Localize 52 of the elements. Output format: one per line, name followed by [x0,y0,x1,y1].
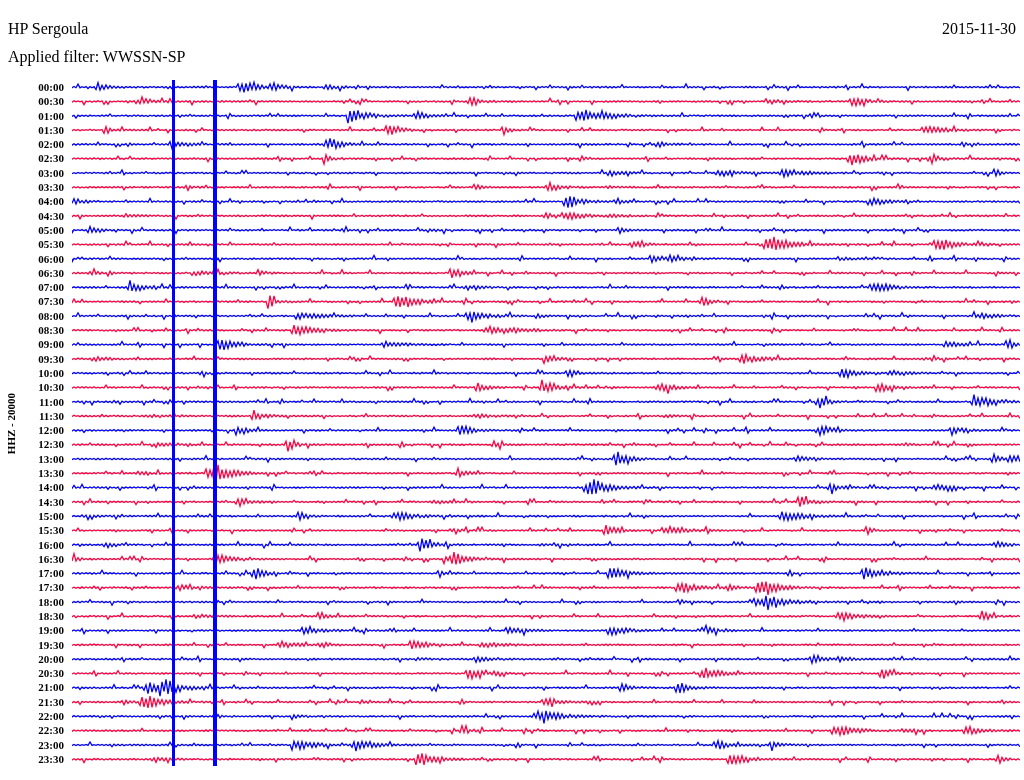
time-label: 10:00 [38,365,64,381]
time-label: 06:00 [38,251,64,266]
time-label: 08:30 [38,323,64,338]
time-label: 14:30 [38,494,64,509]
time-label: 08:00 [38,308,64,324]
time-label: 22:30 [38,723,64,738]
time-label: 13:00 [38,451,64,466]
time-label: 15:00 [38,508,64,524]
time-label: 04:00 [38,194,64,209]
time-label: 12:00 [38,423,64,438]
time-label: 21:00 [38,680,64,695]
filter-label: Applied filter: WWSSN-SP [8,48,186,65]
time-label: 13:30 [38,466,64,481]
time-label: 04:30 [38,208,64,223]
time-label: 21:30 [38,694,64,710]
time-label: 23:30 [38,751,64,767]
time-label: 05:30 [38,237,64,252]
time-label: 06:30 [38,265,64,281]
time-label: 03:30 [38,180,64,195]
time-label: 07:00 [38,280,64,295]
time-label: 03:00 [38,165,64,181]
time-label: 07:30 [38,294,64,309]
time-label: 18:30 [38,609,64,624]
time-label: 09:30 [38,351,64,366]
time-label: 12:30 [38,437,64,452]
time-label: 10:30 [38,380,64,395]
time-label: 02:00 [38,137,64,152]
date-label: 2015-11-30 [941,20,1016,38]
time-label: 01:00 [38,108,64,123]
time-label: 18:00 [38,594,64,609]
time-label: 23:00 [38,737,64,752]
time-label: 20:00 [38,651,64,667]
time-label: 11:30 [38,408,64,424]
time-label: 19:00 [38,623,64,638]
axis-label: HHZ - 20000 [5,392,17,454]
time-label: 00:00 [38,80,64,95]
time-label: 14:00 [38,480,64,495]
time-label: 15:30 [38,523,64,538]
station-name: HP Sergoula [8,20,89,38]
time-label: 20:30 [38,666,64,681]
time-label: 01:30 [38,122,64,138]
time-label: 11:00 [38,394,64,409]
time-label: 16:00 [38,537,64,552]
time-label: 16:30 [38,551,64,567]
time-label: 02:30 [38,151,64,166]
time-label: 09:00 [38,337,64,352]
time-label: 22:00 [38,709,64,724]
time-label: 17:30 [38,580,64,595]
time-label: 00:30 [38,94,64,109]
time-label: 17:00 [38,566,64,581]
time-label: 19:30 [38,637,64,652]
time-label: 05:00 [38,222,64,238]
